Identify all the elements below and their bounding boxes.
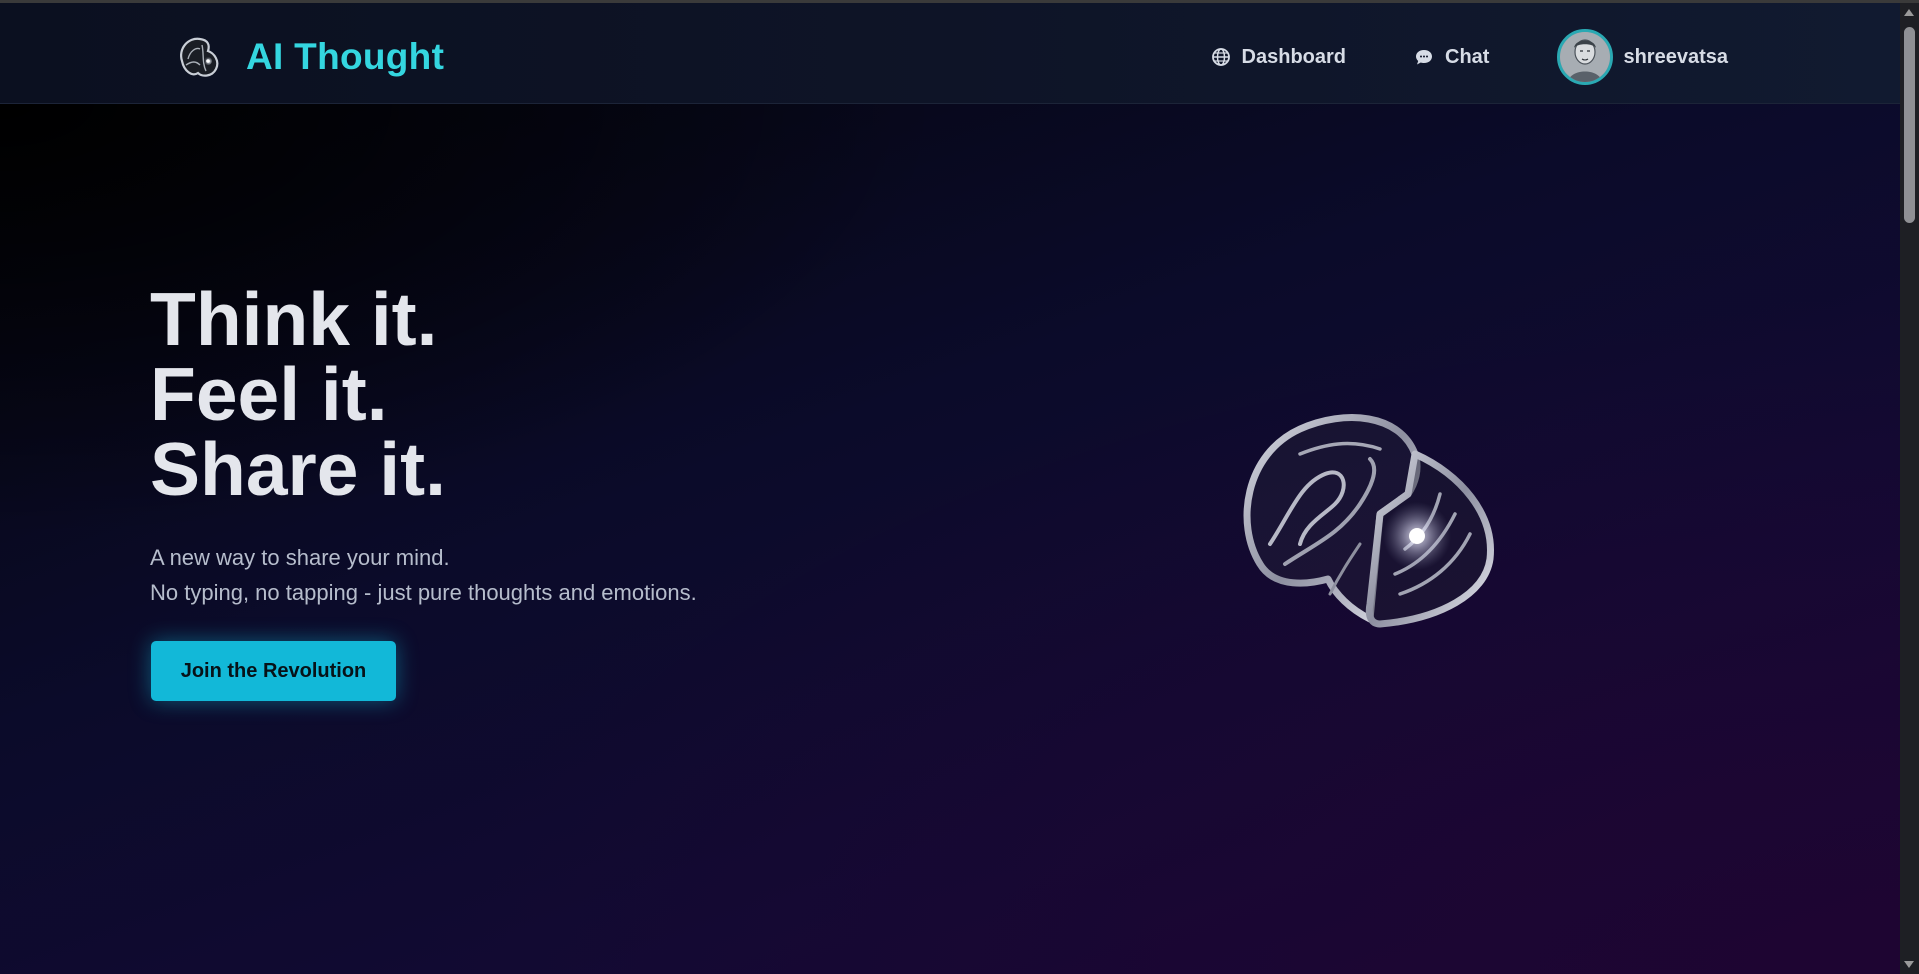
chat-bubble-icon: [1414, 47, 1434, 67]
brain-illustration-icon: [1230, 394, 1500, 654]
brand[interactable]: AI Thought: [174, 31, 444, 83]
brand-title: AI Thought: [246, 36, 445, 77]
headline-line-3: Share it.: [150, 427, 446, 511]
headline-line-1: Think it.: [150, 277, 438, 361]
nav-links: Dashboard Chat shreevatsa: [1143, 29, 1728, 85]
scrollbar-thumb[interactable]: [1904, 27, 1915, 223]
vertical-scrollbar[interactable]: [1900, 3, 1919, 974]
scroll-down-arrow-icon[interactable]: [1904, 961, 1914, 968]
scroll-up-arrow-icon[interactable]: [1904, 9, 1914, 16]
hero-headline: Think it. Feel it. Share it.: [150, 282, 446, 507]
user-name: shreevatsa: [1623, 45, 1728, 68]
hero-subtext: A new way to share your mind. No typing,…: [150, 540, 697, 610]
nav-dashboard[interactable]: Dashboard: [1211, 46, 1346, 69]
headline-line-2: Feel it.: [150, 352, 388, 436]
browser-window: AI Thought Dashboard Chat shreevatsa Thi…: [0, 0, 1919, 974]
globe-icon: [1211, 47, 1231, 67]
user-menu[interactable]: shreevatsa: [1557, 29, 1728, 85]
join-revolution-button[interactable]: Join the Revolution: [151, 641, 396, 701]
avatar[interactable]: [1557, 29, 1614, 85]
hero-section: Think it. Feel it. Share it. A new way t…: [0, 104, 1900, 974]
nav-dashboard-label: Dashboard: [1241, 45, 1347, 68]
subtext-line-1: A new way to share your mind.: [150, 545, 450, 570]
brain-logo-icon: [174, 31, 226, 83]
nav-chat[interactable]: Chat: [1414, 46, 1489, 69]
navbar: AI Thought Dashboard Chat shreevatsa: [0, 3, 1900, 104]
nav-chat-label: Chat: [1445, 45, 1490, 68]
subtext-line-2: No typing, no tapping - just pure though…: [150, 580, 697, 605]
